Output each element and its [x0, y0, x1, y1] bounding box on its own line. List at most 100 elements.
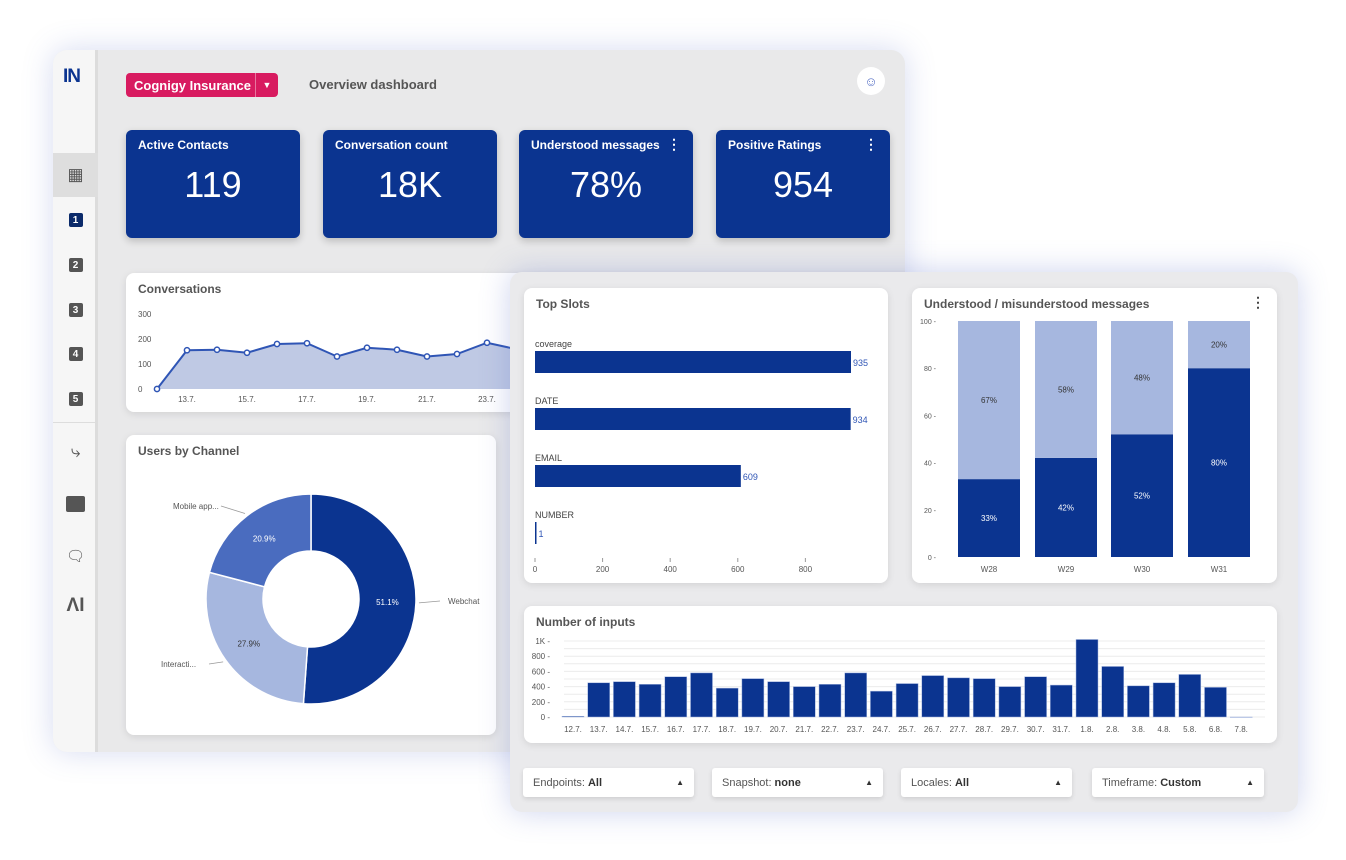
more-options-icon[interactable]: ⋮	[667, 136, 681, 153]
x-tick-label: 29.7.	[1001, 725, 1019, 734]
number-3-icon: 3	[68, 303, 83, 317]
leader-line	[418, 600, 441, 604]
y-tick-label: 200 -	[532, 698, 551, 707]
bar	[793, 686, 816, 718]
x-tick-label: W30	[1134, 565, 1151, 574]
snapshot-dropdown[interactable]: Snapshot: none ▲	[712, 768, 883, 797]
x-tick-label: 1.8.	[1080, 725, 1093, 734]
slice-value-label: 27.9%	[237, 640, 260, 649]
data-point	[303, 339, 311, 347]
bar	[638, 684, 662, 718]
kpi-label: Conversation count	[335, 138, 448, 152]
bar	[535, 351, 851, 373]
bar-value-label: 20%	[1211, 341, 1227, 350]
more-options-icon[interactable]: ⋮	[864, 136, 878, 153]
project-selector[interactable]: Cognigy Insurance ▼	[126, 73, 278, 97]
endpoints-dropdown[interactable]: Endpoints: All ▲	[523, 768, 694, 797]
bar-value-label: 48%	[1134, 374, 1150, 383]
sidebar-item-flow[interactable]: ⤷	[53, 430, 98, 474]
dropdown-value: none	[774, 776, 801, 789]
bar	[1204, 687, 1227, 718]
bar	[535, 522, 537, 544]
data-point	[333, 353, 341, 360]
y-tick-label: 300	[138, 310, 152, 319]
bar	[947, 677, 970, 718]
dropdown-label: Timeframe:	[1102, 776, 1158, 789]
sidebar-item-conversations[interactable]: 🗨	[53, 534, 98, 578]
sidebar-item-2[interactable]: 2	[53, 243, 98, 287]
locales-dropdown[interactable]: Locales: All ▲	[901, 768, 1072, 797]
data-point	[183, 346, 191, 354]
x-tick-label: 3.8.	[1132, 725, 1145, 734]
bar	[664, 676, 688, 718]
sidebar-item-1[interactable]: 1	[53, 198, 98, 242]
slice-name-label: Mobile app...	[173, 502, 219, 511]
sidebar-item-ai[interactable]: ΛI	[53, 584, 98, 628]
x-tick-label: 28.7.	[975, 725, 993, 734]
bar	[921, 675, 945, 718]
bar-value-label: 80%	[1211, 459, 1227, 468]
user-icon: ☺	[864, 73, 878, 89]
timeframe-dropdown[interactable]: Timeframe: Custom ▲	[1092, 768, 1264, 797]
sidebar-item-overview[interactable]: ▦	[53, 153, 98, 197]
grid-icon: ▦	[67, 165, 84, 184]
x-tick-label: 600	[731, 565, 745, 574]
bar	[1229, 716, 1253, 718]
caret-up-icon: ▲	[1054, 778, 1062, 787]
pie-slice	[302, 493, 417, 705]
bar	[741, 678, 765, 718]
x-tick-label: 19.7.	[744, 725, 762, 734]
x-tick-label: 27.7.	[950, 725, 968, 734]
x-tick-label: 17.7.	[693, 725, 711, 734]
bar	[587, 682, 610, 718]
x-tick-label: 16.7.	[667, 725, 685, 734]
sidebar-item-3[interactable]: 3	[53, 288, 98, 332]
bar	[1101, 666, 1124, 718]
y-tick-label: 400 -	[532, 683, 551, 692]
data-point	[213, 346, 221, 354]
kpi-label: Positive Ratings	[728, 138, 822, 152]
x-tick-label: 21.7.	[795, 725, 813, 734]
sidebar-item-messages[interactable]	[53, 482, 98, 526]
bar	[1024, 676, 1047, 718]
user-avatar[interactable]: ☺	[857, 67, 885, 95]
y-tick-label: 0 -	[541, 713, 551, 722]
sidebar-item-4[interactable]: 4	[53, 332, 98, 376]
caret-up-icon: ▲	[865, 778, 873, 787]
slice-name-label: Webchat	[448, 597, 480, 606]
x-tick-label: 31.7.	[1052, 725, 1070, 734]
kpi-label: Understood messages	[531, 138, 660, 152]
x-tick-label: 20.7.	[770, 725, 788, 734]
slice-name-label: Interacti...	[161, 660, 196, 669]
top-slots-card: Top Slots coverage 935 DATE 934 EMAIL 609 NUMB…	[524, 288, 888, 583]
data-point	[423, 353, 431, 360]
x-tick-label: 400	[664, 565, 678, 574]
y-tick-label: 0 -	[928, 555, 937, 562]
x-tick-label: W29	[1058, 565, 1075, 574]
bar	[561, 715, 585, 718]
x-tick-label: 13.7.	[590, 725, 608, 734]
x-tick-label: 2.8.	[1106, 725, 1119, 734]
bar	[535, 408, 851, 430]
bar	[998, 686, 1022, 718]
x-tick-label: 21.7.	[418, 395, 436, 404]
x-tick-label: 12.7.	[564, 725, 582, 734]
pie-slice	[205, 571, 309, 705]
bar	[1075, 639, 1099, 718]
x-tick-label: 17.7.	[298, 395, 316, 404]
x-tick-label: 800	[799, 565, 813, 574]
y-tick-label: 0	[138, 385, 143, 394]
x-tick-label: W31	[1211, 565, 1228, 574]
x-tick-label: 15.7.	[238, 395, 256, 404]
x-tick-label: W28	[981, 565, 998, 574]
x-tick-label: 0	[533, 565, 538, 574]
flow-split-icon: ⤷	[70, 442, 81, 461]
users-by-channel-card: Users by Channel 51.1% Webchat 27.9% Intera…	[126, 435, 496, 735]
sidebar-item-5[interactable]: 5	[53, 377, 98, 421]
understood-chart: 0 - 20 - 40 - 60 - 80 - 100 - 33% 67% W28 42% 58% W…	[920, 319, 1250, 574]
kpi-active-contacts: Active Contacts 119	[126, 130, 300, 238]
kpi-value: 119	[184, 164, 242, 205]
logo: IN	[63, 66, 81, 87]
kpi-value: 954	[772, 164, 834, 205]
number-5-icon: 5	[68, 392, 83, 406]
